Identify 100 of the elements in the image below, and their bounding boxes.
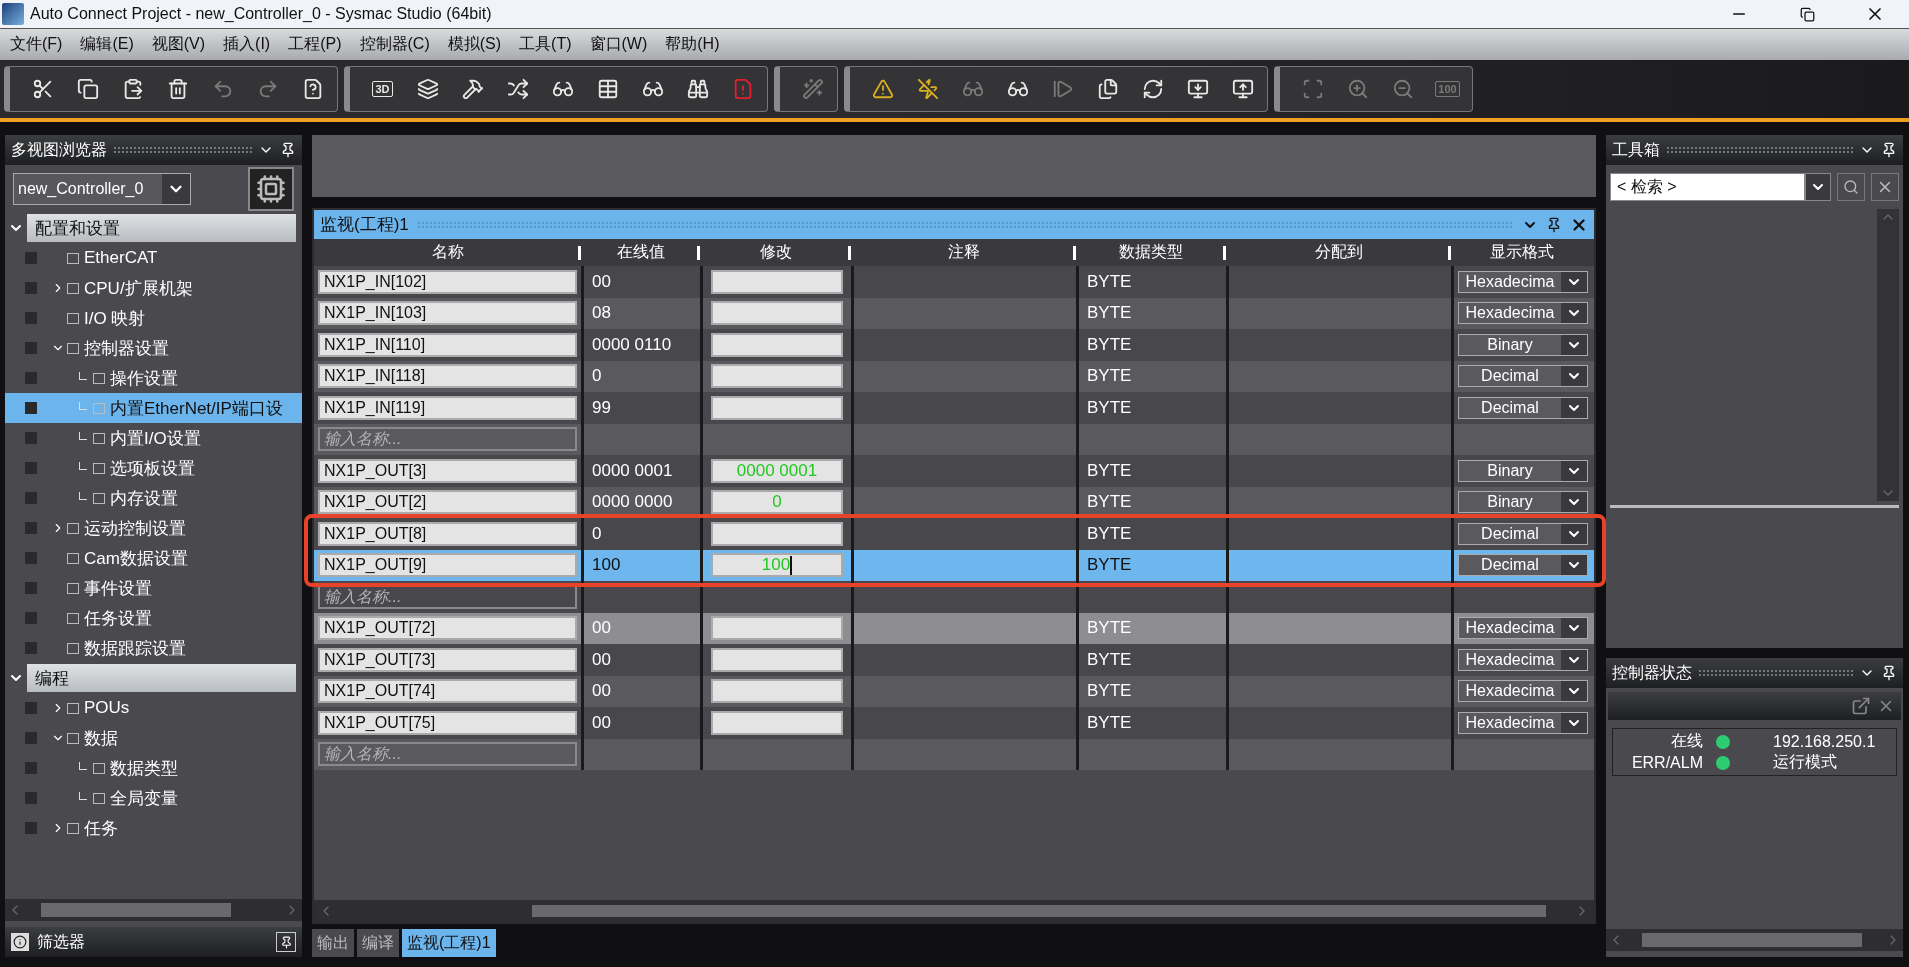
tree-item[interactable]: 数据类型: [5, 753, 302, 783]
tree-item[interactable]: 操作设置: [5, 363, 302, 393]
variable-row[interactable]: NX1P_IN[103] 08 BYTE Hexadecima: [314, 297, 1594, 329]
modify-value-field[interactable]: [711, 332, 843, 357]
column-header[interactable]: 在线值: [581, 239, 700, 266]
pin-icon[interactable]: [1881, 142, 1897, 158]
tree-item[interactable]: 运动控制设置: [5, 513, 302, 543]
format-dropdown[interactable]: Hexadecima: [1458, 648, 1588, 671]
tree-item[interactable]: POUs: [5, 693, 302, 723]
tab[interactable]: 监视(工程)1: [402, 929, 496, 957]
column-header[interactable]: 注释: [851, 239, 1076, 266]
format-dropdown[interactable]: Decimal: [1458, 522, 1588, 545]
menu-item[interactable]: 插入(I): [217, 34, 283, 55]
variable-name-field[interactable]: NX1P_OUT[9]: [318, 553, 577, 578]
variable-name-field[interactable]: NX1P_OUT[2]: [318, 490, 577, 515]
tree-item[interactable]: 全局变量: [5, 783, 302, 813]
variable-row[interactable]: NX1P_OUT[74] 00 BYTE Hexadecima: [314, 675, 1594, 707]
section-header[interactable]: 配置和设置: [27, 214, 296, 242]
popout-icon[interactable]: [1851, 696, 1871, 716]
controller-dropdown[interactable]: new_Controller_0: [13, 173, 191, 205]
variable-name-field[interactable]: NX1P_IN[118]: [318, 364, 577, 389]
menu-item[interactable]: 控制器(C): [353, 34, 442, 55]
variable-name-field[interactable]: NX1P_OUT[73]: [318, 647, 577, 672]
tree-item[interactable]: 控制器设置: [5, 333, 302, 363]
column-header[interactable]: 修改: [700, 239, 851, 266]
variable-name-field[interactable]: NX1P_IN[119]: [318, 395, 577, 420]
filter-label[interactable]: 筛选器: [37, 931, 85, 953]
menu-item[interactable]: 帮助(H): [659, 34, 732, 55]
horizontal-scrollbar[interactable]: [314, 900, 1594, 922]
menu-item[interactable]: 文件(F): [4, 34, 75, 55]
format-dropdown[interactable]: Binary: [1458, 333, 1588, 356]
format-dropdown[interactable]: Binary: [1458, 459, 1588, 482]
tab[interactable]: 输出: [312, 929, 354, 957]
pin-icon[interactable]: [280, 142, 296, 158]
tree-item[interactable]: 内置EtherNet/IP端口设: [5, 393, 302, 423]
menu-item[interactable]: 窗口(W): [583, 34, 660, 55]
tree-item[interactable]: 内存设置: [5, 483, 302, 513]
tree-item[interactable]: 选项板设置: [5, 453, 302, 483]
modify-value-field[interactable]: [711, 521, 843, 546]
modify-value-field[interactable]: [711, 710, 843, 735]
variable-name-field[interactable]: NX1P_OUT[8]: [318, 521, 577, 546]
tree-item[interactable]: 任务设置: [5, 603, 302, 633]
column-header[interactable]: 分配到: [1226, 239, 1451, 266]
tree-item[interactable]: 数据跟踪设置: [5, 633, 302, 663]
tree-item[interactable]: 事件设置: [5, 573, 302, 603]
modify-value-field[interactable]: [711, 616, 843, 641]
search-icon[interactable]: [1843, 179, 1859, 195]
pin-icon[interactable]: [1546, 216, 1562, 233]
tab[interactable]: 编译: [357, 929, 399, 957]
format-dropdown[interactable]: Hexadecima: [1458, 711, 1588, 734]
format-dropdown[interactable]: Binary: [1458, 491, 1588, 514]
menu-item[interactable]: 工具(T): [513, 34, 584, 55]
tree-item[interactable]: Cam数据设置: [5, 543, 302, 573]
name-input-field[interactable]: 输入名称...: [318, 742, 577, 767]
menu-item[interactable]: 编辑(E): [74, 34, 146, 55]
horizontal-scrollbar[interactable]: [5, 899, 302, 921]
modify-value-field[interactable]: [711, 679, 843, 704]
variable-row[interactable]: NX1P_OUT[9] 100 100 BYTE Decimal: [314, 549, 1594, 581]
restore-icon[interactable]: [1799, 6, 1815, 22]
modify-value-field[interactable]: [711, 301, 843, 326]
tree-item[interactable]: 内置I/O设置: [5, 423, 302, 453]
menu-item[interactable]: 视图(V): [145, 34, 218, 55]
variable-name-field[interactable]: NX1P_IN[102]: [318, 269, 577, 294]
format-dropdown[interactable]: Hexadecima: [1458, 680, 1588, 703]
variable-row[interactable]: NX1P_OUT[72] 00 BYTE Hexadecima: [314, 612, 1594, 644]
format-dropdown[interactable]: Decimal: [1458, 396, 1588, 419]
variable-name-field[interactable]: NX1P_OUT[75]: [318, 710, 577, 735]
pin-icon[interactable]: [1881, 665, 1897, 681]
3d-button[interactable]: 3D: [364, 71, 401, 107]
tree-item[interactable]: I/O 映射: [5, 303, 302, 333]
menu-item[interactable]: 模拟(S): [441, 34, 514, 55]
tree-item[interactable]: 数据: [5, 723, 302, 753]
tree-item[interactable]: EtherCAT: [5, 243, 302, 273]
modify-value-field[interactable]: [711, 269, 843, 294]
variable-name-field[interactable]: NX1P_IN[110]: [318, 332, 577, 357]
pin-icon[interactable]: [279, 935, 293, 949]
modify-value-field[interactable]: [711, 364, 843, 389]
variable-name-field[interactable]: NX1P_OUT[3]: [318, 458, 577, 483]
column-header[interactable]: 数据类型: [1076, 239, 1226, 266]
menu-item[interactable]: 工程(P): [282, 34, 354, 55]
section-header[interactable]: 编程: [27, 664, 296, 692]
format-dropdown[interactable]: Hexadecima: [1458, 302, 1588, 325]
variable-row[interactable]: NX1P_IN[118] 0 BYTE Decimal: [314, 360, 1594, 392]
column-header[interactable]: 名称: [314, 239, 581, 266]
name-input-field[interactable]: 输入名称...: [318, 427, 577, 452]
format-dropdown[interactable]: Decimal: [1458, 365, 1588, 388]
tree-item[interactable]: CPU/扩展机架: [5, 273, 302, 303]
tree-item[interactable]: 任务: [5, 813, 302, 843]
name-input-field[interactable]: 输入名称...: [318, 584, 577, 609]
variable-name-field[interactable]: NX1P_OUT[72]: [318, 616, 577, 641]
variable-name-field[interactable]: NX1P_OUT[74]: [318, 679, 577, 704]
format-dropdown[interactable]: Decimal: [1458, 554, 1588, 577]
format-dropdown[interactable]: Hexadecima: [1458, 617, 1588, 640]
format-dropdown[interactable]: Hexadecima: [1458, 270, 1588, 293]
search-field[interactable]: < 检索 >: [1610, 173, 1805, 201]
modify-value-field[interactable]: [711, 395, 843, 420]
modify-value-field[interactable]: [711, 647, 843, 672]
variable-name-field[interactable]: NX1P_IN[103]: [318, 301, 577, 326]
horizontal-scrollbar[interactable]: [1606, 929, 1903, 951]
column-header[interactable]: 显示格式: [1451, 239, 1592, 266]
